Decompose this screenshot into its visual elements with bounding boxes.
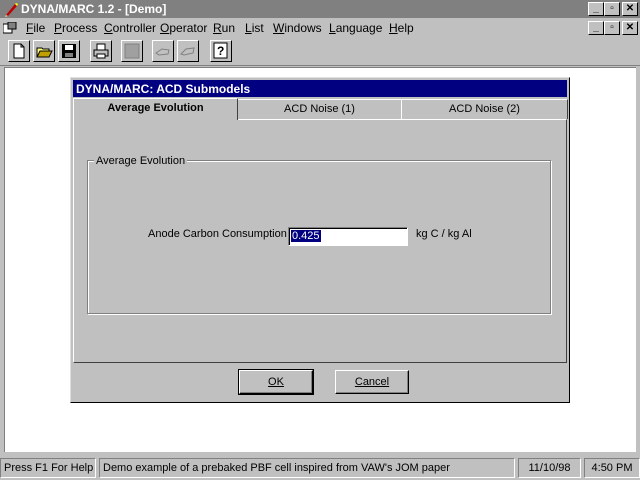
status-help: Press F1 For Help (0, 458, 96, 478)
tab-acd-noise-2[interactable]: ACD Noise (2) (401, 99, 568, 119)
tab-average-evolution[interactable]: Average Evolution (73, 98, 238, 120)
tab-acd-noise-1[interactable]: ACD Noise (1) (236, 99, 403, 119)
group-label: Average Evolution (94, 155, 188, 167)
status-time: 4:50 PM (584, 458, 640, 478)
open-button[interactable] (33, 40, 55, 62)
print-icon (93, 43, 109, 59)
menu-file[interactable]: File (26, 21, 45, 35)
app-title-bar[interactable]: DYNA/MARC 1.2 - [Demo] _ ▫ ✕ (0, 0, 640, 18)
status-message: Demo example of a prebaked PBF cell insp… (99, 458, 515, 478)
app-title: DYNA/MARC 1.2 - [Demo] (21, 2, 167, 16)
anode-carbon-consumption-label: Anode Carbon Consumption (148, 228, 287, 240)
save-button[interactable] (58, 40, 80, 62)
menu-run[interactable]: Run (213, 21, 235, 35)
menu-operator[interactable]: Operator (160, 21, 207, 35)
unit-label: kg C / kg Al (416, 228, 472, 240)
blank-button[interactable] (121, 40, 143, 62)
minimize-button[interactable]: _ (588, 2, 604, 16)
anode-carbon-consumption-input[interactable]: 0.425 (288, 227, 408, 246)
disabled-tool-button-2[interactable] (177, 40, 199, 62)
svg-text:?: ? (217, 44, 224, 58)
menu-windows[interactable]: Windows (273, 21, 322, 35)
document-window-icon[interactable] (3, 22, 17, 34)
help-icon: ? (213, 42, 228, 59)
menu-process[interactable]: Process (54, 21, 97, 35)
print-button[interactable] (90, 40, 112, 62)
open-folder-icon (36, 47, 53, 58)
child-close-button[interactable]: ✕ (622, 21, 638, 35)
child-minimize-button[interactable]: _ (588, 21, 604, 35)
child-restore-button[interactable]: ▫ (604, 21, 620, 35)
input-selected-value: 0.425 (291, 230, 321, 242)
status-date: 11/10/98 (518, 458, 581, 478)
ok-button-label: OK (268, 376, 284, 388)
status-bar: Press F1 For Help Demo example of a preb… (0, 456, 640, 480)
close-button[interactable]: ✕ (622, 2, 638, 16)
cancel-button-label: Cancel (354, 376, 390, 388)
acd-submodels-dialog: DYNA/MARC: ACD Submodels Average Evoluti… (70, 77, 570, 403)
menu-language[interactable]: Language (329, 21, 382, 35)
disabled-hand-icon (180, 47, 195, 56)
new-document-icon (13, 43, 25, 59)
disabled-tool-button-1[interactable] (152, 40, 174, 62)
app-pencil-icon (5, 3, 18, 17)
new-button[interactable] (8, 40, 30, 62)
disabled-hand-icon (155, 48, 170, 56)
ok-button[interactable]: OK (238, 369, 314, 395)
blank-disabled-icon (124, 43, 140, 59)
menu-controller[interactable]: Controller (104, 21, 156, 35)
toolbar: ? (0, 38, 640, 66)
dialog-title: DYNA/MARC: ACD Submodels (76, 82, 251, 96)
menu-bar: File Process Controller Operator Run Lis… (0, 18, 640, 38)
dialog-title-bar[interactable]: DYNA/MARC: ACD Submodels (73, 80, 567, 97)
restore-button[interactable]: ▫ (604, 2, 620, 16)
cancel-button[interactable]: Cancel (335, 370, 409, 394)
menu-list[interactable]: List (245, 21, 264, 35)
help-button[interactable]: ? (210, 40, 232, 62)
save-icon (62, 44, 76, 58)
menu-help[interactable]: Help (389, 21, 414, 35)
